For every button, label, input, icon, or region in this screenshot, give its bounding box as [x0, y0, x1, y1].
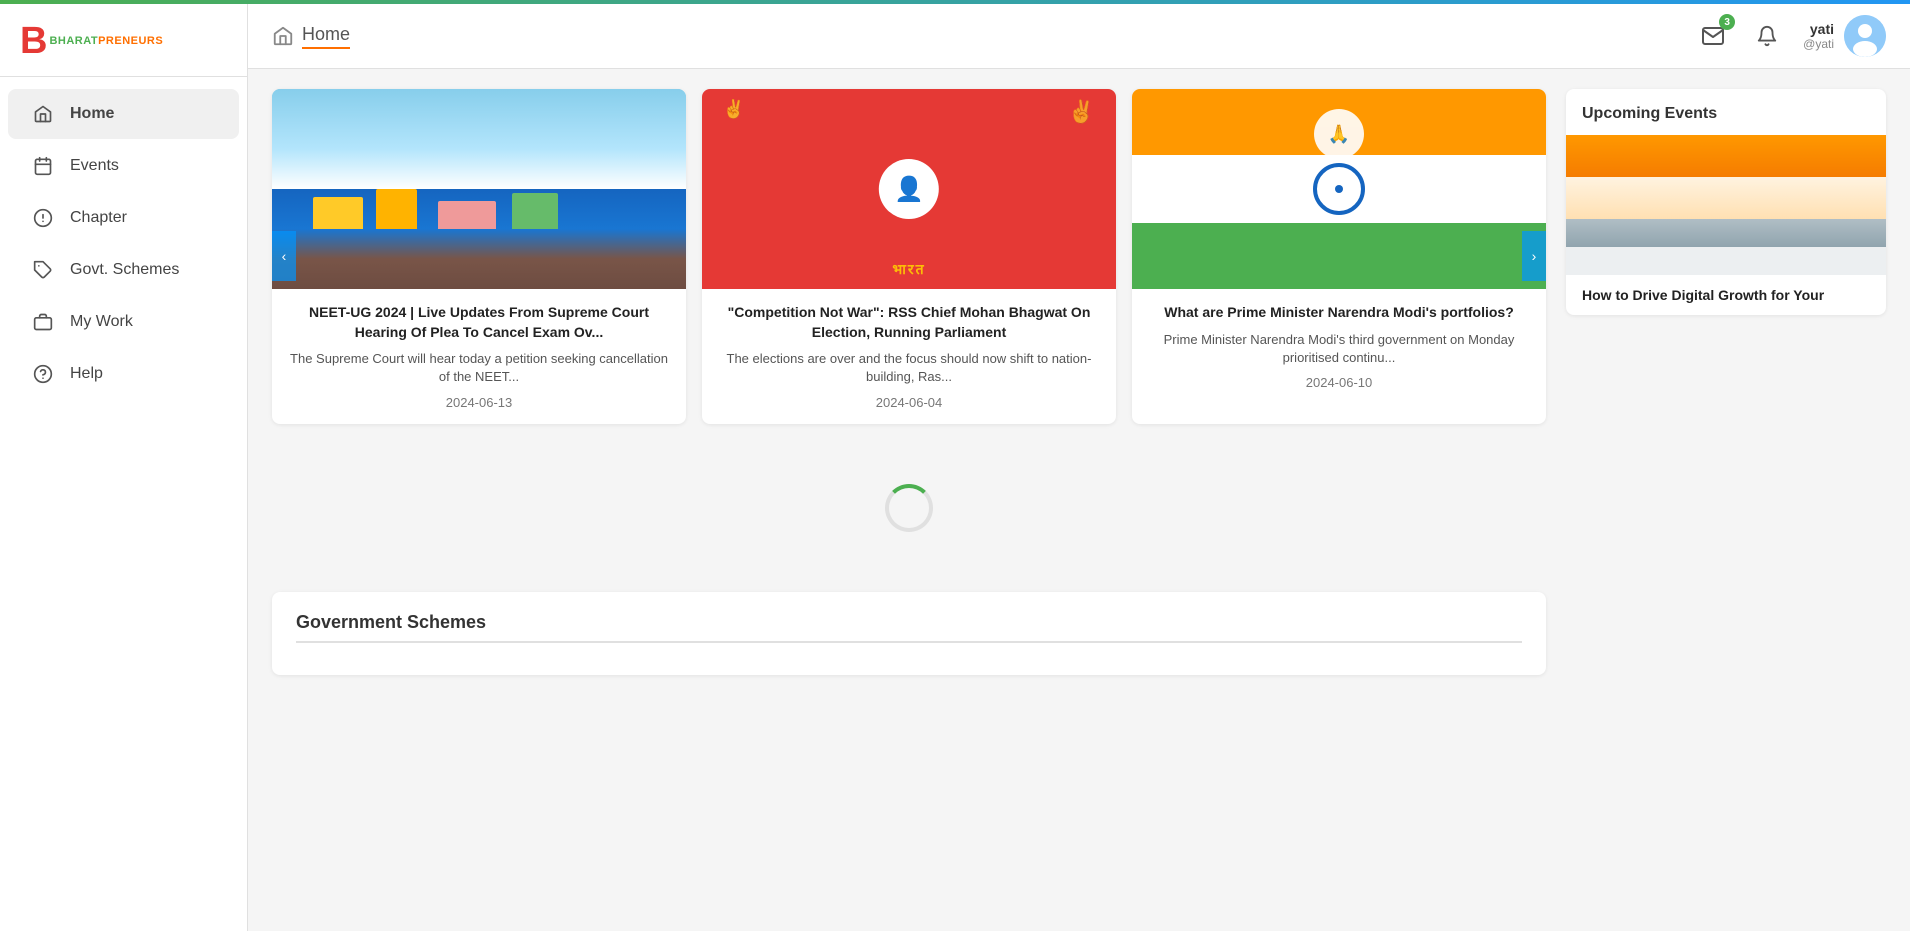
header-title: Home	[302, 24, 350, 49]
event-image	[1566, 135, 1886, 275]
logo: B BHARATPRENEURS	[20, 22, 227, 60]
logo-area: B BHARATPRENEURS	[0, 4, 247, 77]
user-name: yati	[1803, 21, 1834, 37]
news-card-image-2: 🙏	[1132, 89, 1546, 289]
sidebar-item-govt-schemes[interactable]: Govt. Schemes	[8, 245, 239, 295]
sidebar-item-label-events: Events	[70, 157, 119, 175]
content-main: ‹	[272, 89, 1546, 911]
events-icon	[32, 155, 54, 177]
carousel-next-button[interactable]: ›	[1522, 231, 1546, 281]
sidebar-item-label-my-work: My Work	[70, 313, 133, 331]
upcoming-events-title: Upcoming Events	[1566, 89, 1886, 135]
sidebar-item-label-govt-schemes: Govt. Schemes	[70, 261, 179, 279]
news-card-title-1: "Competition Not War": RSS Chief Mohan B…	[718, 303, 1100, 342]
logo-letter: B	[20, 22, 47, 60]
chapter-icon	[32, 207, 54, 229]
upcoming-events-panel: Upcoming Events How to Drive Digital Gro…	[1566, 89, 1886, 315]
news-card-desc-1: The elections are over and the focus sho…	[718, 350, 1100, 386]
tag-icon	[32, 259, 54, 281]
government-schemes-section: Government Schemes	[272, 592, 1546, 675]
news-card-body-0: NEET-UG 2024 | Live Updates From Supreme…	[272, 289, 686, 424]
news-card-body-2: What are Prime Minister Narendra Modi's …	[1132, 289, 1546, 404]
news-card-title-0: NEET-UG 2024 | Live Updates From Supreme…	[288, 303, 670, 342]
news-carousel: ‹	[272, 89, 1546, 424]
loading-spinner	[272, 444, 1546, 572]
news-card-date-1: 2024-06-04	[718, 395, 1100, 410]
government-schemes-title: Government Schemes	[296, 612, 1522, 643]
logo-brand: BHARATPRENEURS	[49, 35, 163, 47]
header-home-icon	[272, 25, 294, 47]
header-title-text: Home	[302, 24, 350, 49]
main-area: Home 3	[248, 4, 1910, 931]
sidebar-item-home[interactable]: Home	[8, 89, 239, 139]
messages-badge: 3	[1719, 14, 1735, 30]
news-card-desc-2: Prime Minister Narendra Modi's third gov…	[1148, 331, 1530, 367]
event-card-title: How to Drive Digital Growth for Your	[1566, 275, 1886, 315]
logo-text: BHARATPRENEURS	[49, 35, 163, 47]
news-card-date-0: 2024-06-13	[288, 395, 670, 410]
avatar-image	[1844, 15, 1886, 57]
help-icon	[32, 363, 54, 385]
briefcase-icon	[32, 311, 54, 333]
sidebar-item-help[interactable]: Help	[8, 349, 239, 399]
news-card-image-1: 👤 ✌ ✌ भारत	[702, 89, 1116, 289]
carousel-prev-button[interactable]: ‹	[272, 231, 296, 281]
news-card-body-1: "Competition Not War": RSS Chief Mohan B…	[702, 289, 1116, 424]
sidebar: B BHARATPRENEURS Home	[0, 4, 248, 931]
news-cards-row: NEET-UG 2024 | Live Updates From Supreme…	[272, 89, 1546, 424]
user-handle: @yati	[1803, 37, 1834, 51]
notifications-button[interactable]	[1749, 18, 1785, 54]
user-avatar[interactable]	[1844, 15, 1886, 57]
logo-brand-green: BHARAT	[49, 35, 98, 47]
spinner	[885, 484, 933, 532]
news-card-title-2: What are Prime Minister Narendra Modi's …	[1148, 303, 1530, 323]
bell-icon	[1756, 25, 1778, 47]
header: Home 3	[248, 4, 1910, 69]
messages-button[interactable]: 3	[1695, 18, 1731, 54]
layout: B BHARATPRENEURS Home	[0, 4, 1910, 931]
news-card-0[interactable]: NEET-UG 2024 | Live Updates From Supreme…	[272, 89, 686, 424]
content-area: ‹	[248, 69, 1910, 931]
sidebar-item-label-chapter: Chapter	[70, 209, 127, 227]
news-card-image-0	[272, 89, 686, 289]
news-card-1[interactable]: 👤 ✌ ✌ भारत "Competition Not War": RSS Ch…	[702, 89, 1116, 424]
news-card-2[interactable]: 🙏 What are Prime Minister Narendra Modi'…	[1132, 89, 1546, 424]
sidebar-item-chapter[interactable]: Chapter	[8, 193, 239, 243]
content-right: Upcoming Events How to Drive Digital Gro…	[1566, 89, 1886, 911]
sidebar-item-label-help: Help	[70, 365, 103, 383]
user-info[interactable]: yati @yati	[1803, 15, 1886, 57]
user-name-block: yati @yati	[1803, 21, 1834, 51]
header-right: 3 yati @yati	[1695, 15, 1886, 57]
news-card-date-2: 2024-06-10	[1148, 375, 1530, 390]
sidebar-item-events[interactable]: Events	[8, 141, 239, 191]
sidebar-nav: Home Events	[0, 77, 247, 411]
sidebar-item-my-work[interactable]: My Work	[8, 297, 239, 347]
logo-brand-orange: PRENEURS	[98, 35, 163, 47]
news-card-desc-0: The Supreme Court will hear today a peti…	[288, 350, 670, 386]
sidebar-item-label-home: Home	[70, 105, 114, 123]
home-icon	[32, 103, 54, 125]
header-left: Home	[272, 24, 350, 49]
